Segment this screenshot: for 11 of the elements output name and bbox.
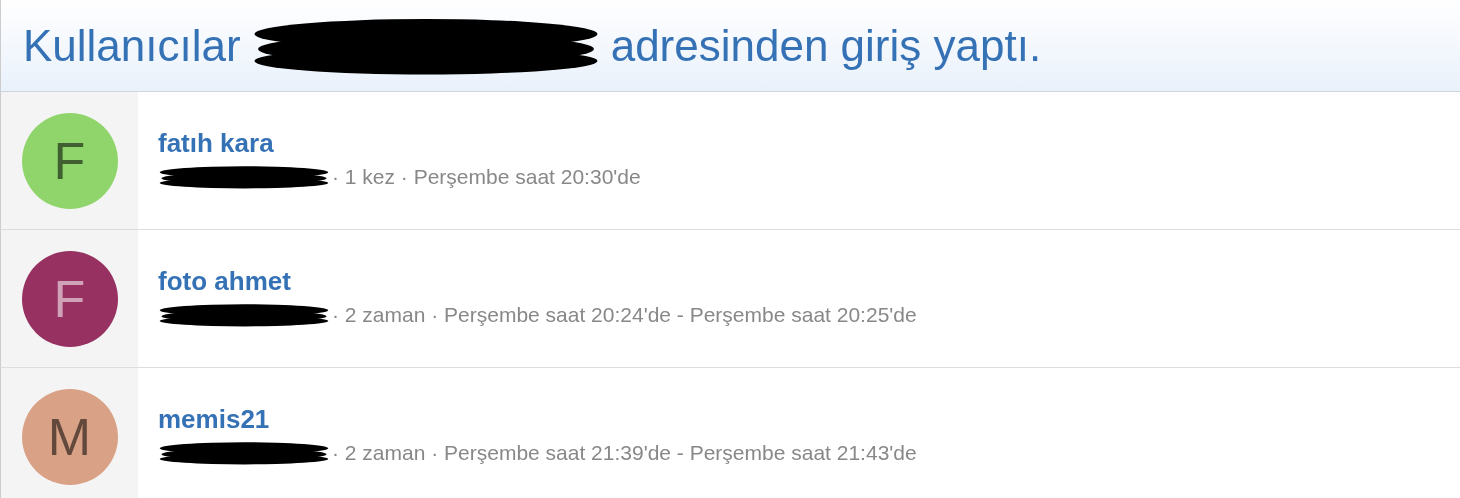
login-details: · 2 zaman · Perşembe saat 21:39'de - Perşembe saat 21:43'de: [332, 441, 917, 465]
user-name-link[interactable]: foto ahmet: [158, 266, 917, 297]
avatar: M: [21, 388, 118, 485]
user-name-link[interactable]: memis21: [158, 404, 917, 435]
avatar: F: [21, 112, 118, 209]
user-name-link[interactable]: fatıh kara: [158, 128, 641, 159]
page-title: adresinden giriş yaptı.: [610, 20, 1042, 71]
login-details: · 1 kez · Perşembe saat 20:30'de: [332, 165, 641, 189]
page-title: Kullanıcılar: [23, 20, 241, 71]
login-details: · 2 zaman · Perşembe saat 20:24'de - Perşembe saat 20:25'de: [332, 303, 917, 327]
avatar: F: [21, 250, 118, 347]
